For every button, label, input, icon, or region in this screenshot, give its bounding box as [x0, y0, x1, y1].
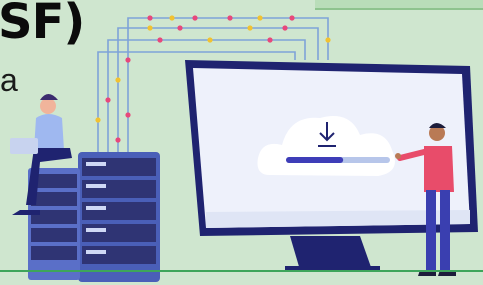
- ground-line: [0, 270, 483, 272]
- progress-fill: [286, 157, 344, 163]
- illustration-svg: [10, 15, 478, 282]
- server-rack-back: [78, 152, 160, 282]
- illustration-scene: SF) a: [0, 0, 483, 285]
